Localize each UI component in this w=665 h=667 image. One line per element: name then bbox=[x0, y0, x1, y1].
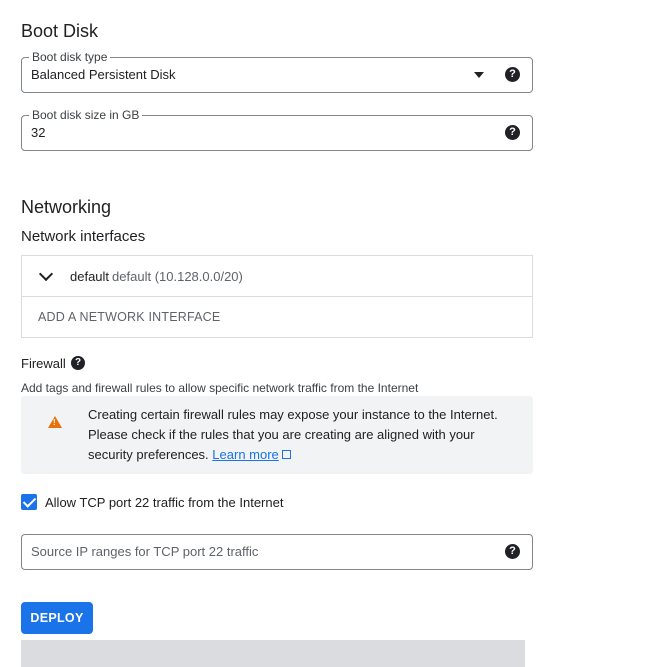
help-icon[interactable]: ? bbox=[505, 67, 520, 82]
network-interfaces-list: default default (10.128.0.0/20) ADD A NET… bbox=[21, 255, 533, 338]
page: Boot Disk Boot disk type Balanced Persis… bbox=[0, 0, 665, 667]
dropdown-caret-icon[interactable] bbox=[474, 72, 484, 78]
boot-disk-size-label: Boot disk size in GB bbox=[29, 108, 143, 122]
boot-disk-size-value[interactable]: 32 bbox=[31, 125, 45, 141]
networking-heading: Networking bbox=[21, 197, 112, 217]
firewall-title: Firewall bbox=[21, 356, 66, 371]
network-interface-row[interactable]: default default (10.128.0.0/20) bbox=[22, 256, 532, 297]
boot-disk-type-select[interactable]: Boot disk type Balanced Persistent Disk … bbox=[21, 50, 533, 93]
help-icon[interactable]: ? bbox=[71, 356, 85, 370]
warning-message: Creating certain firewall rules may expo… bbox=[88, 405, 518, 465]
warning-text: Creating certain firewall rules may expo… bbox=[88, 407, 498, 462]
source-ip-input[interactable] bbox=[31, 544, 491, 560]
learn-more-link[interactable]: Learn more bbox=[212, 447, 278, 462]
boot-disk-heading: Boot Disk bbox=[21, 21, 99, 41]
boot-disk-type-label: Boot disk type bbox=[29, 50, 111, 64]
firewall-description: Add tags and firewall rules to allow spe… bbox=[21, 381, 419, 395]
external-link-icon[interactable] bbox=[281, 450, 291, 459]
boot-disk-size-field[interactable]: Boot disk size in GB 32 ? bbox=[21, 108, 533, 151]
allow-tcp22-label[interactable]: Allow TCP port 22 traffic from the Inter… bbox=[45, 495, 283, 510]
add-network-interface-button[interactable]: ADD A NETWORK INTERFACE bbox=[38, 310, 220, 324]
help-icon[interactable]: ? bbox=[505, 544, 520, 559]
chevron-down-icon[interactable] bbox=[38, 266, 54, 282]
boot-disk-type-value: Balanced Persistent Disk bbox=[31, 67, 176, 82]
allow-tcp22-checkbox[interactable] bbox=[21, 494, 37, 510]
network-interfaces-heading: Network interfaces bbox=[21, 228, 146, 245]
network-interface-name: default bbox=[70, 269, 110, 284]
source-ip-field[interactable]: ? bbox=[21, 534, 533, 570]
help-icon[interactable]: ? bbox=[505, 125, 520, 140]
bottom-scroll-region bbox=[21, 640, 525, 667]
warning-icon: ! bbox=[48, 416, 62, 428]
network-interface-label: default default (10.128.0.0/20) bbox=[70, 269, 243, 284]
firewall-warning-banner: ! Creating certain firewall rules may ex… bbox=[21, 396, 533, 474]
network-interface-detail: default (10.128.0.0/20) bbox=[112, 269, 243, 284]
deploy-button[interactable]: DEPLOY bbox=[21, 602, 93, 634]
